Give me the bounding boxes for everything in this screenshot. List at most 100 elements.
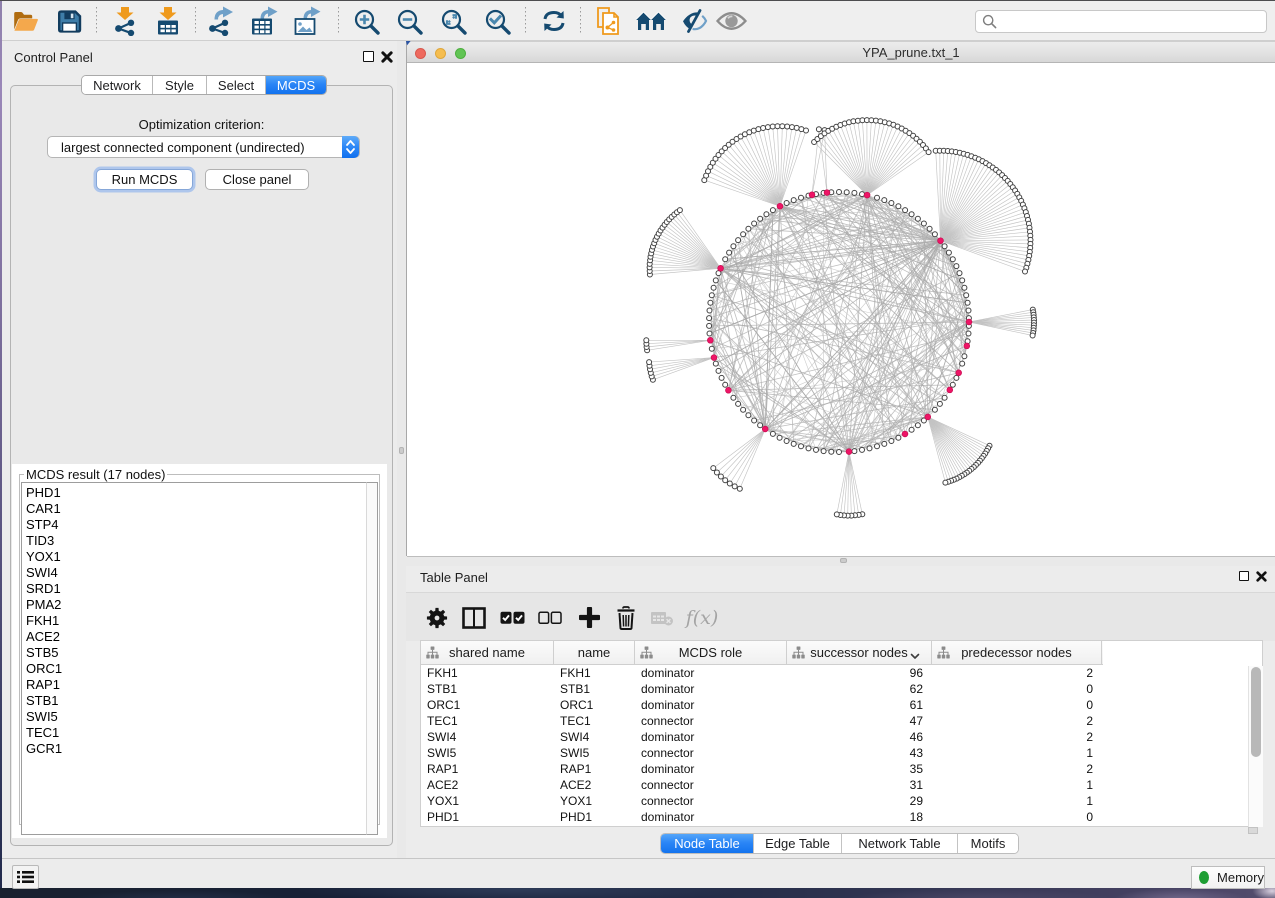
- tab-edge-table[interactable]: Edge Table: [754, 834, 842, 853]
- export-image-button[interactable]: [290, 6, 324, 36]
- tab-style[interactable]: Style: [153, 76, 207, 94]
- tab-node-table[interactable]: Node Table: [661, 834, 754, 853]
- zoom-out-button[interactable]: [392, 6, 426, 36]
- column-header-MCDS-role[interactable]: MCDS role: [635, 641, 787, 664]
- mcds-node-item[interactable]: CAR1: [26, 501, 366, 517]
- cell: ORC1: [554, 697, 635, 713]
- tab-network-table[interactable]: Network Table: [842, 834, 958, 853]
- network-canvas[interactable]: [407, 63, 1275, 557]
- close-panel-icon[interactable]: [1256, 571, 1267, 582]
- mcds-node-item[interactable]: SWI4: [26, 565, 366, 581]
- cell: PHD1: [421, 809, 554, 825]
- cell: 35: [787, 761, 932, 777]
- new-network-from-selection-button[interactable]: [592, 6, 626, 36]
- table-row[interactable]: YOX1YOX1connector291: [421, 793, 1262, 809]
- table-row[interactable]: STB1STB1dominator620: [421, 681, 1262, 697]
- horizontal-splitter[interactable]: [406, 556, 1275, 566]
- zoom-in-button[interactable]: [349, 6, 383, 36]
- table-panel-title: Table Panel: [420, 570, 488, 585]
- cell: RAP1: [421, 761, 554, 777]
- first-neighbors-button[interactable]: [634, 6, 668, 36]
- mcds-node-item[interactable]: FKH1: [26, 613, 366, 629]
- export-network-icon: [207, 6, 235, 36]
- mcds-node-item[interactable]: GCR1: [26, 741, 366, 757]
- cell: 1: [932, 745, 1102, 761]
- mcds-result-list[interactable]: PHD1CAR1STP4TID3YOX1SWI4SRD1PMA2FKH1ACE2…: [21, 482, 366, 835]
- main-toolbar: [2, 1, 1275, 41]
- select-all-columns-button[interactable]: [497, 593, 527, 642]
- create-column-button[interactable]: [574, 593, 604, 642]
- mcds-node-item[interactable]: STP4: [26, 517, 366, 533]
- delete-columns-button[interactable]: [611, 593, 641, 642]
- import-table-button[interactable]: [151, 6, 185, 36]
- zoom-selected-button[interactable]: [480, 6, 514, 36]
- save-session-button[interactable]: [52, 6, 86, 36]
- run-mcds-button[interactable]: Run MCDS: [96, 169, 193, 190]
- hide-selected-button[interactable]: [677, 6, 711, 36]
- mcds-node-item[interactable]: STB1: [26, 693, 366, 709]
- delete-table-button[interactable]: [647, 593, 677, 642]
- tab-motifs[interactable]: Motifs: [958, 834, 1018, 853]
- network-window-titlebar[interactable]: YPA_prune.txt_1: [407, 41, 1275, 63]
- window-corner-mark: [406, 41, 412, 47]
- column-header-predecessor-nodes[interactable]: predecessor nodes: [932, 641, 1102, 664]
- mcds-node-item[interactable]: SRD1: [26, 581, 366, 597]
- mcds-node-item[interactable]: ACE2: [26, 629, 366, 645]
- table-row[interactable]: SWI5SWI5connector431: [421, 745, 1262, 761]
- splitter-grip[interactable]: [840, 558, 847, 563]
- close-panel-button[interactable]: Close panel: [205, 169, 309, 190]
- mcds-list-scrollbar[interactable]: [366, 482, 378, 835]
- splitter-grip[interactable]: [399, 447, 404, 454]
- table-toolbar: f(x): [406, 592, 1275, 641]
- mcds-node-item[interactable]: PMA2: [26, 597, 366, 613]
- unselect-all-columns-button[interactable]: [535, 593, 565, 642]
- mcds-node-item[interactable]: SWI5: [26, 709, 366, 725]
- cell: STB1: [554, 681, 635, 697]
- memory-button[interactable]: Memory: [1191, 866, 1265, 889]
- cell: 2: [932, 729, 1102, 745]
- apply-layout-button[interactable]: [537, 6, 571, 36]
- tab-mcds[interactable]: MCDS: [266, 76, 326, 94]
- table-scrollbar[interactable]: [1248, 666, 1263, 827]
- import-network-button[interactable]: [108, 6, 142, 36]
- show-all-button[interactable]: [714, 6, 748, 36]
- tab-network[interactable]: Network: [82, 76, 153, 94]
- table-scrollbar-thumb[interactable]: [1251, 667, 1261, 757]
- mcds-node-item[interactable]: PHD1: [26, 485, 366, 501]
- float-window-icon[interactable]: [363, 51, 374, 62]
- export-table-button[interactable]: [247, 6, 281, 36]
- zoom-fit-button[interactable]: [436, 6, 470, 36]
- column-header-successor-nodes[interactable]: successor nodes: [787, 641, 932, 664]
- table-row[interactable]: ORC1ORC1dominator610: [421, 697, 1262, 713]
- mcds-node-item[interactable]: RAP1: [26, 677, 366, 693]
- close-panel-icon[interactable]: [381, 51, 393, 63]
- table-row[interactable]: FKH1FKH1dominator962: [421, 665, 1262, 681]
- cell: connector: [635, 777, 787, 793]
- table-row[interactable]: ACE2ACE2connector311: [421, 777, 1262, 793]
- optimization-criterion-select[interactable]: largest connected component (undirected): [47, 136, 360, 158]
- mcds-node-item[interactable]: STB5: [26, 645, 366, 661]
- network-graph: [407, 63, 1275, 556]
- table-row[interactable]: SWI4SWI4dominator462: [421, 729, 1262, 745]
- table-row[interactable]: PHD1PHD1dominator180: [421, 809, 1262, 825]
- column-header-shared-name[interactable]: shared name: [421, 641, 554, 664]
- memory-status-dot: [1199, 871, 1209, 884]
- vertical-splitter[interactable]: [397, 41, 406, 858]
- mcds-node-item[interactable]: YOX1: [26, 549, 366, 565]
- table-row[interactable]: TEC1TEC1connector472: [421, 713, 1262, 729]
- mcds-node-item[interactable]: TID3: [26, 533, 366, 549]
- float-window-icon[interactable]: [1239, 571, 1249, 581]
- export-network-button[interactable]: [204, 6, 238, 36]
- open-session-button[interactable]: [8, 6, 42, 36]
- search-input[interactable]: [975, 10, 1267, 33]
- mcds-node-item[interactable]: ORC1: [26, 661, 366, 677]
- function-builder-button[interactable]: f(x): [687, 593, 717, 642]
- show-column-panel-button[interactable]: [459, 593, 489, 642]
- task-history-button[interactable]: [12, 865, 39, 889]
- table-settings-button[interactable]: [422, 593, 452, 642]
- mcds-node-item[interactable]: TEC1: [26, 725, 366, 741]
- table-row[interactable]: RAP1RAP1dominator352: [421, 761, 1262, 777]
- tab-select[interactable]: Select: [207, 76, 266, 94]
- column-header-name[interactable]: name: [554, 641, 635, 664]
- shared-column-icon: [937, 646, 950, 662]
